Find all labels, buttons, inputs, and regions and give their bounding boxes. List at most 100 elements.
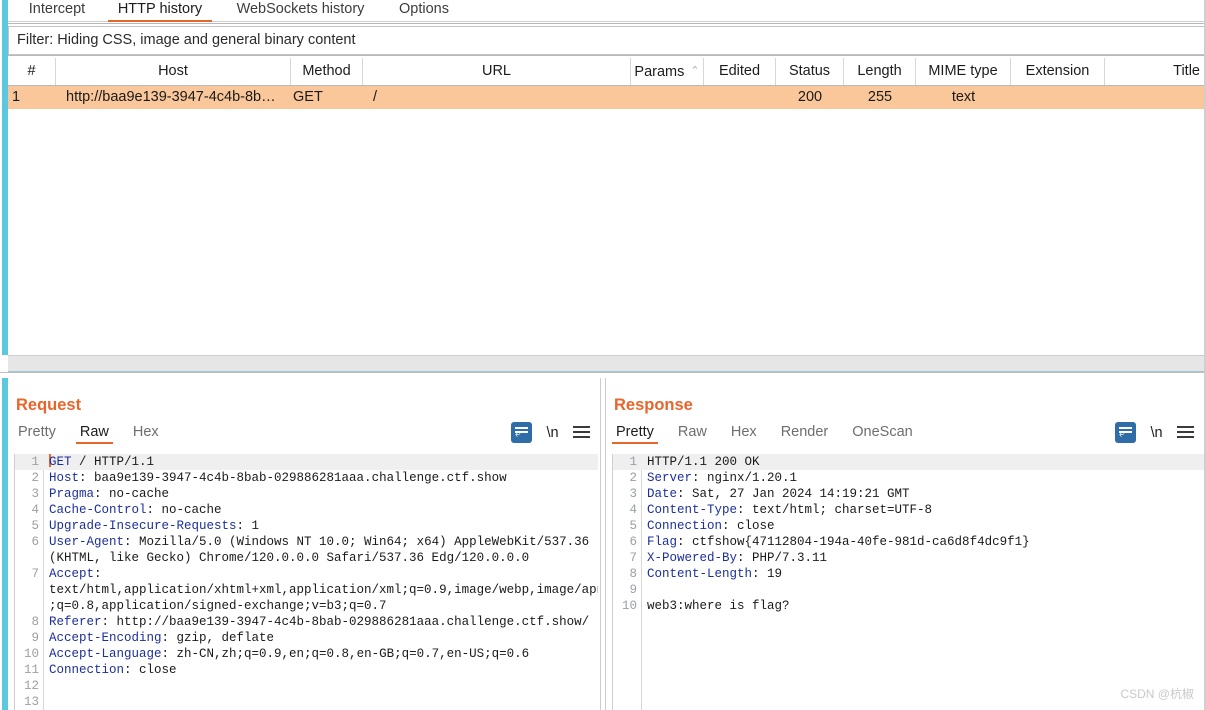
response-header-name: web3:where is flag? (647, 599, 790, 613)
response-tab-pretty[interactable]: Pretty (612, 424, 658, 444)
response-editor[interactable]: 1 HTTP/1.1 200 OK 2 Server: nginx/1.20.1 3 Da… (612, 454, 1204, 710)
request-line-number: 13 (23, 695, 39, 709)
response-subtab-bar: Pretty Raw Hex Render OneScan (612, 423, 933, 447)
request-tab-pretty[interactable]: Pretty (14, 424, 60, 444)
response-tab-label: Hex (730, 424, 757, 440)
request-header-name: Connection (49, 663, 125, 677)
table-cell-title (1105, 86, 1206, 109)
response-tab-render[interactable]: Render (777, 424, 833, 444)
table-header-label: Status (788, 63, 831, 79)
main-tab-websockets-history[interactable]: WebSockets history (223, 0, 378, 22)
response-menu-icon[interactable] (1177, 426, 1194, 439)
request-header-value: text/html,application/xhtml+xml,applicat… (49, 583, 598, 597)
table-header-host[interactable]: Host (56, 58, 291, 85)
table-header-row: # Host Method URL Params ⌃ Edited Status Length M… (8, 58, 1206, 86)
response-header-value: : PHP/7.3.11 (737, 551, 828, 565)
request-newline-icon[interactable]: \n (546, 425, 558, 441)
table-header-label: Host (158, 63, 188, 79)
request-tab-label: Hex (132, 424, 159, 440)
response-tab-hex[interactable]: Hex (727, 424, 761, 444)
table-header-label: Title (1173, 63, 1200, 79)
request-header-value: ;q=0.8,application/signed-exchange;v=b3;… (49, 599, 387, 613)
table-cell-ext (1011, 86, 1105, 109)
burp-suite-window: Intercept HTTP history WebSockets history O… (0, 0, 1206, 710)
request-code-line: ;q=0.8,application/signed-exchange;v=b3;… (15, 598, 598, 614)
table-body: 1 http://baa9e139-3947-4c4b-8b… GET / 200 255… (8, 86, 1206, 109)
response-newline-icon[interactable]: \n (1150, 425, 1162, 441)
request-line-number: 10 (23, 647, 39, 661)
request-code-line: 5 Upgrade-Insecure-Requests: 1 (15, 518, 598, 534)
request-code-line: 3 Pragma: no-cache (15, 486, 598, 502)
table-header-status[interactable]: Status (776, 58, 844, 85)
request-line-number: 1 (31, 455, 39, 469)
table-row[interactable]: 1 http://baa9e139-3947-4c4b-8b… GET / 200 255… (8, 86, 1206, 109)
main-tab-options[interactable]: Options (388, 0, 460, 22)
request-menu-icon[interactable] (573, 426, 590, 439)
response-code-line: 1 HTTP/1.1 200 OK (613, 454, 1204, 470)
request-line-number: 9 (31, 631, 39, 645)
response-header-value: : ctfshow{47112804-194a-40fe-981d-ca6d8f… (677, 535, 1030, 549)
request-line-number: 6 (31, 535, 39, 549)
filter-bar: Filter: Hiding CSS, image and general bi… (8, 23, 1206, 56)
table-cell-num: 1 (12, 89, 21, 105)
request-tab-hex[interactable]: Hex (129, 424, 163, 444)
table-header-num[interactable]: # (8, 58, 56, 85)
main-tab-intercept[interactable]: Intercept (16, 0, 98, 22)
response-header-name: Flag (647, 535, 678, 549)
table-cell-length: 255 (867, 89, 893, 105)
watermark: CSDN @杭椒 (1120, 687, 1194, 701)
response-tab-raw[interactable]: Raw (674, 424, 711, 444)
table-header-length[interactable]: Length (844, 58, 916, 85)
request-word-wrap-icon[interactable] (511, 422, 532, 443)
response-tab-onescan[interactable]: OneScan (848, 424, 916, 444)
response-tab-label: Render (780, 424, 829, 440)
request-header-name: Referer (49, 615, 102, 629)
request-header-value: (KHTML, like Gecko) Chrome/120.0.0.0 Saf… (49, 551, 530, 565)
response-header-name: Connection (647, 519, 723, 533)
response-code-line: 5 Connection: close (613, 518, 1204, 534)
request-line-number: 5 (31, 519, 39, 533)
table-header-mime[interactable]: MIME type (916, 58, 1011, 85)
table-header-url[interactable]: URL (363, 58, 631, 85)
request-code-line: 13 (15, 694, 598, 710)
response-code-line: 3 Date: Sat, 27 Jan 2024 14:19:21 GMT (613, 486, 1204, 502)
request-code-line: 11 Connection: close (15, 662, 598, 678)
request-code-line: 7 Accept: (15, 566, 598, 582)
response-word-wrap-icon[interactable] (1115, 422, 1136, 443)
table-header-method[interactable]: Method (291, 58, 363, 85)
response-line-number: 5 (629, 519, 637, 533)
table-header-title[interactable]: Title (1105, 58, 1206, 85)
table-header-params[interactable]: Params ⌃ (631, 58, 704, 85)
request-header-name: Accept (49, 567, 95, 581)
request-code-line: 1 GET / HTTP/1.1 (15, 454, 598, 470)
request-code-line: 12 (15, 678, 598, 694)
table-header-ext[interactable]: Extension (1011, 58, 1105, 85)
table-horizontal-scrollbar[interactable] (8, 355, 1206, 372)
response-line-number: 9 (629, 583, 637, 597)
request-editor[interactable]: 1 GET / HTTP/1.1 2 Host: baa9e139-3947-4c4b… (14, 454, 598, 710)
response-header-value: : 19 (752, 567, 783, 581)
request-tab-raw[interactable]: Raw (75, 424, 113, 444)
filter-box[interactable]: Filter: Hiding CSS, image and general bi… (8, 26, 1206, 55)
table-header-edited[interactable]: Edited (704, 58, 776, 85)
response-code-line: 9 (613, 582, 1204, 598)
request-code-line: 6 User-Agent: Mozilla/5.0 (Windows NT 10.… (15, 534, 598, 550)
request-header-name: Pragma (49, 487, 95, 501)
request-subtab-bar: Pretty Raw Hex (14, 423, 179, 447)
table-header-label: URL (481, 63, 511, 79)
main-tab-http-history[interactable]: HTTP history (106, 0, 214, 22)
request-header-value: : zh-CN,zh;q=0.9,en;q=0.8,en-GB;q=0.7,en… (161, 647, 530, 661)
response-line-number: 4 (629, 503, 637, 517)
request-line-number: 4 (31, 503, 39, 517)
response-code-line: 6 Flag: ctfshow{47112804-194a-40fe-981d-c… (613, 534, 1204, 550)
table-cell-params (631, 86, 704, 109)
table-cell-edited (704, 86, 776, 109)
table-cell-status: 200 (797, 89, 823, 105)
request-header-name: GET (49, 455, 72, 469)
request-header-value: : 1 (236, 519, 260, 533)
request-header-name: Host (49, 471, 80, 485)
request-tab-label: Raw (79, 424, 109, 440)
response-header-name: Server (647, 471, 693, 485)
table-cell-host: http://baa9e139-3947-4c4b-8b… (66, 89, 276, 105)
request-pane: Request PrettyRawHex \n 1GET / HTTP/1.12… (8, 378, 600, 710)
